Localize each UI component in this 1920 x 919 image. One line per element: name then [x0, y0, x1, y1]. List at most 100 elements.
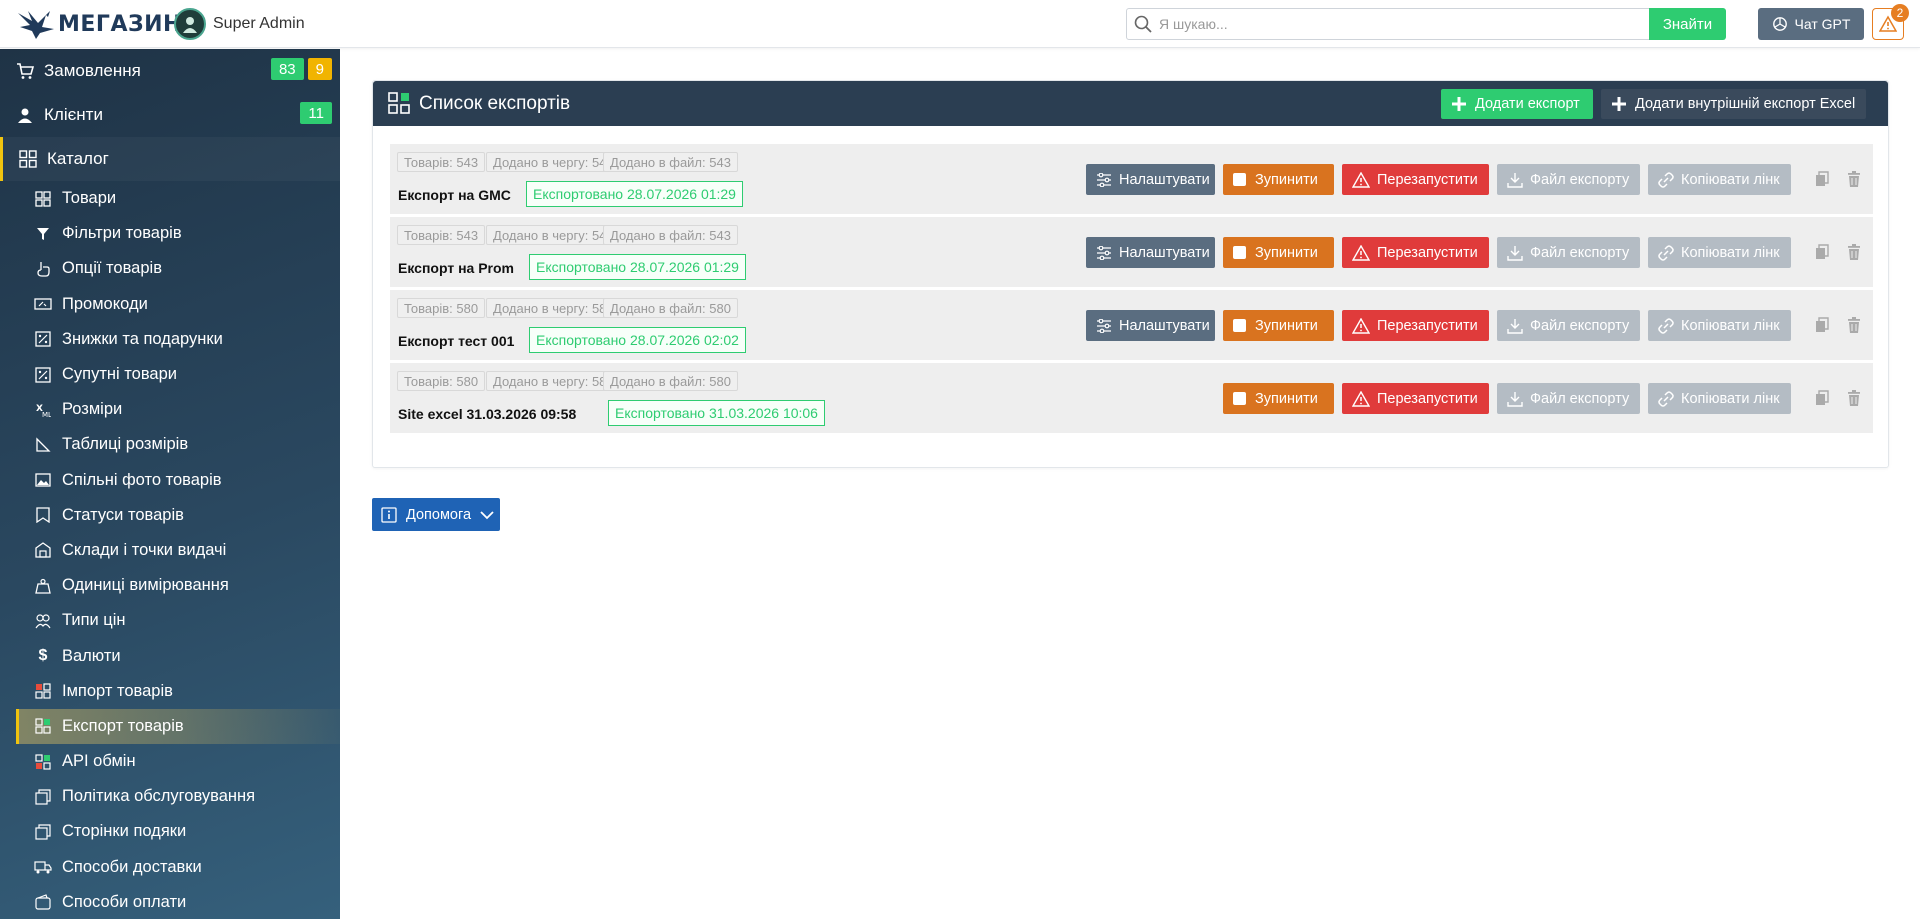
sidebar-item-currencies[interactable]: $ Валюти	[0, 638, 340, 673]
sidebar-item-label: Політика обслуговування	[62, 787, 256, 806]
sidebar-item-filters[interactable]: Фільтри товарів	[0, 216, 340, 251]
top-bar: МЕГАЗИН Super Admin Знайти Чат GPT 2	[0, 0, 1920, 48]
sidebar-item-units[interactable]: Одиниці вимірювання	[0, 568, 340, 603]
settings-button[interactable]: Налаштувати	[1086, 164, 1215, 195]
status-icon	[34, 506, 52, 524]
export-file-label: Файл експорту	[1530, 390, 1630, 407]
search-button[interactable]: Знайти	[1649, 8, 1726, 40]
sidebar-item-label: Знижки та подарунки	[62, 329, 223, 348]
export-file-button[interactable]: Файл експорту	[1497, 164, 1640, 195]
size-table-icon	[34, 436, 52, 454]
sidebar-item-discounts[interactable]: Знижки та подарунки	[0, 322, 340, 357]
sidebar-item-label: Розміри	[62, 400, 123, 419]
panel-header: Список експортів Додати експорт Додати в…	[373, 81, 1888, 126]
delete-icon[interactable]	[1844, 168, 1864, 190]
file-count-chip: Додано в файл: 543	[603, 152, 738, 172]
copy-link-button[interactable]: Копіювати лінк	[1648, 310, 1791, 341]
delete-icon[interactable]	[1844, 314, 1864, 336]
stop-icon	[1233, 246, 1246, 259]
status-badge: Експортовано 28.07.2026 02:02	[529, 327, 746, 353]
sidebar-item-label: Опції товарів	[62, 259, 162, 278]
sidebar-item-size-tables[interactable]: Таблиці розмірів	[0, 427, 340, 462]
stop-button[interactable]: Зупинити	[1223, 164, 1334, 195]
sidebar-item-policy[interactable]: Політика обслуговування	[0, 779, 340, 814]
sidebar-item-export[interactable]: Експорт товарів	[16, 708, 340, 744]
help-dropdown-button[interactable]: Допомога	[372, 498, 500, 531]
sidebar-item-label: Статуси товарів	[62, 505, 184, 524]
copy-link-button[interactable]: Копіювати лінк	[1648, 164, 1791, 195]
chat-gpt-label: Чат GPT	[1794, 16, 1851, 32]
restart-label: Перезапустити	[1377, 390, 1478, 407]
export-file-button[interactable]: Файл експорту	[1497, 237, 1640, 268]
stop-icon	[1233, 392, 1246, 405]
sidebar-item-options[interactable]: Опції товарів	[0, 251, 340, 286]
download-icon	[1507, 318, 1523, 334]
sidebar-item-orders[interactable]: Замовлення 83 9	[0, 49, 340, 93]
restart-button[interactable]: Перезапустити	[1342, 237, 1489, 268]
warehouse-icon	[34, 541, 52, 559]
sidebar-item-label: Спільні фото товарів	[62, 470, 222, 489]
alerts-count-badge: 2	[1891, 4, 1909, 22]
sidebar-item-api[interactable]: API обмін	[0, 744, 340, 779]
copy-link-button[interactable]: Копіювати лінк	[1648, 383, 1791, 414]
sidebar-item-clients[interactable]: Клієнти 11	[0, 93, 340, 137]
plus-icon	[1612, 97, 1626, 111]
sidebar-item-warehouses[interactable]: Склади і точки видачі	[0, 533, 340, 568]
openai-icon	[1772, 17, 1787, 31]
restart-button[interactable]: Перезапустити	[1342, 383, 1489, 414]
sidebar-item-products[interactable]: Товари	[0, 181, 340, 216]
sidebar-item-statuses[interactable]: Статуси товарів	[0, 498, 340, 533]
sidebar-item-shared-photos[interactable]: Спільні фото товарів	[0, 463, 340, 498]
sidebar: Замовлення 83 9 Клієнти 11 Каталог Товар…	[0, 49, 340, 919]
chat-gpt-button[interactable]: Чат GPT	[1758, 8, 1864, 40]
stop-button[interactable]: Зупинити	[1223, 310, 1334, 341]
add-export-button[interactable]: Додати експорт	[1441, 89, 1593, 119]
stop-button[interactable]: Зупинити	[1223, 237, 1334, 268]
warning-icon	[1352, 244, 1370, 261]
file-count-chip: Додано в файл: 580	[603, 298, 738, 318]
delete-icon[interactable]	[1844, 387, 1864, 409]
sidebar-item-label: Імпорт товарів	[62, 681, 173, 700]
export-row: Товарів: 543 Додано в чергу: 543 Додано …	[390, 217, 1873, 287]
duplicate-icon[interactable]	[1812, 387, 1832, 409]
avatar[interactable]	[174, 8, 206, 40]
sidebar-item-label: Таблиці розмірів	[62, 435, 189, 454]
admin-name[interactable]: Super Admin	[213, 15, 305, 33]
search-input[interactable]	[1159, 9, 1639, 39]
sidebar-item-thanks-pages[interactable]: Сторінки подяки	[0, 814, 340, 849]
orders-pending-badge: 9	[307, 58, 332, 80]
sidebar-item-promocodes[interactable]: Промокоди	[0, 287, 340, 322]
sidebar-item-label: Способи оплати	[62, 892, 187, 911]
add-internal-excel-export-button[interactable]: Додати внутрішній експорт Excel	[1601, 89, 1866, 119]
stop-label: Зупинити	[1255, 390, 1318, 407]
restart-button[interactable]: Перезапустити	[1342, 164, 1489, 195]
discount-icon	[34, 330, 52, 348]
panel-title: Список експортів	[419, 93, 571, 114]
duplicate-icon[interactable]	[1812, 168, 1832, 190]
duplicate-icon[interactable]	[1812, 241, 1832, 263]
sidebar-item-label: Фільтри товарів	[62, 224, 182, 243]
sidebar-item-price-types[interactable]: Типи цін	[0, 603, 340, 638]
copy-link-button[interactable]: Копіювати лінк	[1648, 237, 1791, 268]
sidebar-item-import[interactable]: Імпорт товарів	[0, 674, 340, 709]
stop-label: Зупинити	[1255, 244, 1318, 261]
alerts-button[interactable]: 2	[1872, 4, 1909, 40]
sidebar-item-label: Замовлення	[44, 61, 141, 80]
sidebar-item-payment[interactable]: Способи оплати	[0, 885, 340, 919]
export-file-button[interactable]: Файл експорту	[1497, 310, 1640, 341]
duplicate-icon[interactable]	[1812, 314, 1832, 336]
sidebar-item-catalog[interactable]: Каталог	[0, 137, 340, 181]
sidebar-item-delivery[interactable]: Способи доставки	[0, 850, 340, 885]
restart-button[interactable]: Перезапустити	[1342, 310, 1489, 341]
sidebar-item-sizes[interactable]: X ML Розміри	[0, 392, 340, 427]
delete-icon[interactable]	[1844, 241, 1864, 263]
sidebar-item-related[interactable]: Супутні товари	[0, 357, 340, 392]
settings-label: Налаштувати	[1119, 317, 1210, 334]
stop-button[interactable]: Зупинити	[1223, 383, 1334, 414]
export-file-button[interactable]: Файл експорту	[1497, 383, 1640, 414]
sidebar-item-label: Одиниці вимірювання	[62, 576, 229, 595]
queued-count-chip: Додано в чергу: 543	[486, 225, 621, 245]
settings-button[interactable]: Налаштувати	[1086, 237, 1215, 268]
logo[interactable]: МЕГАЗИН	[16, 6, 182, 42]
settings-button[interactable]: Налаштувати	[1086, 310, 1215, 341]
